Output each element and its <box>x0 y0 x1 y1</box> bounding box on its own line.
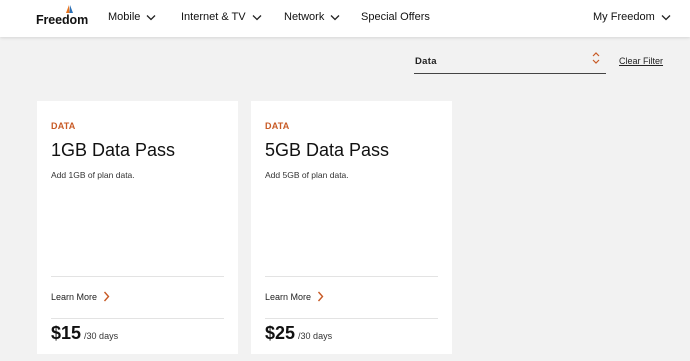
nav-network[interactable]: Network <box>284 11 340 23</box>
chevron-down-icon <box>330 14 340 20</box>
chevron-down-icon <box>146 14 156 20</box>
card-category: DATA <box>265 121 290 131</box>
card-title: 5GB Data Pass <box>265 140 390 160</box>
card-title: 1GB Data Pass <box>51 140 176 160</box>
chevron-down-icon <box>252 14 262 20</box>
product-card: DATA 1GB Data Pass Add 1GB of plan data.… <box>37 101 238 354</box>
price-amount: $15 <box>51 323 82 343</box>
top-navigation-bar: Freedom Mobile Internet & TV Network Spe… <box>0 0 690 37</box>
nav-mobile-label: Mobile <box>108 11 141 23</box>
divider <box>51 276 224 277</box>
chevron-right-icon <box>318 291 324 302</box>
divider <box>265 276 438 277</box>
card-description: Add 1GB of plan data. <box>51 170 135 180</box>
divider <box>265 318 438 319</box>
chevron-right-icon <box>104 291 110 302</box>
card-price: $15 /30 days <box>51 323 118 344</box>
learn-more-label: Learn More <box>51 291 98 302</box>
learn-more-link[interactable]: Learn More <box>265 291 324 302</box>
logo-text: Freedom <box>36 13 89 27</box>
card-price: $25 /30 days <box>265 323 332 344</box>
nav-internet-tv-label: Internet & TV <box>181 11 246 23</box>
clear-filter-link[interactable]: Clear Filter <box>619 56 663 66</box>
product-card: DATA 5GB Data Pass Add 5GB of plan data.… <box>251 101 452 354</box>
learn-more-link[interactable]: Learn More <box>51 291 110 302</box>
nav-special-offers-label: Special Offers <box>361 11 430 23</box>
nav-mobile[interactable]: Mobile <box>108 11 156 23</box>
sort-arrows-icon <box>592 52 600 64</box>
logo-mark-icon <box>66 5 73 13</box>
nav-special-offers[interactable]: Special Offers <box>361 11 430 23</box>
nav-my-freedom[interactable]: My Freedom <box>593 11 671 23</box>
card-description: Add 5GB of plan data. <box>265 170 349 180</box>
nav-my-freedom-label: My Freedom <box>593 11 655 23</box>
freedom-logo[interactable]: Freedom <box>36 5 89 27</box>
price-amount: $25 <box>265 323 296 343</box>
divider <box>51 318 224 319</box>
filter-selected-value: Data <box>415 56 437 67</box>
nav-network-label: Network <box>284 11 325 23</box>
card-category: DATA <box>51 121 76 131</box>
price-period: /30 days <box>84 331 119 341</box>
learn-more-label: Learn More <box>265 291 312 302</box>
category-filter-select[interactable]: Data <box>414 49 606 74</box>
chevron-down-icon <box>661 14 671 20</box>
nav-internet-tv[interactable]: Internet & TV <box>181 11 262 23</box>
price-period: /30 days <box>298 331 333 341</box>
